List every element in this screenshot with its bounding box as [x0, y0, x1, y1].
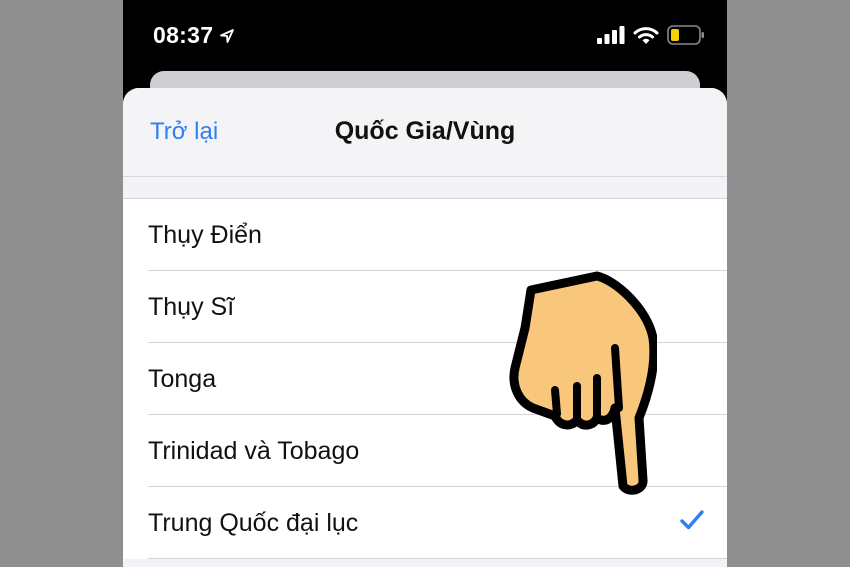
list-item-label: Trung Quốc đại lục [148, 508, 359, 537]
location-arrow-icon [220, 28, 235, 43]
list-item-label: Thụy Sĩ [148, 292, 235, 321]
list-item[interactable]: Thụy Điển [123, 199, 727, 271]
page-title: Quốc Gia/Vùng [334, 117, 516, 145]
list-item-label: Tonga [148, 364, 217, 393]
signal-bars-icon [597, 26, 625, 44]
checkmark-icon [680, 510, 704, 530]
list-item-label: Trinidad và Tobago [148, 436, 360, 465]
wifi-icon [633, 26, 659, 44]
status-icons [597, 25, 705, 45]
status-time: 08:37 [153, 22, 235, 49]
status-bar: 08:37 [123, 0, 727, 70]
battery-icon [667, 25, 704, 45]
pointing-hand-icon [509, 271, 657, 495]
list-item-label: Thụy Điển [148, 220, 262, 249]
time-label: 08:37 [153, 22, 214, 48]
navigation-bar: Trở lại Quốc Gia/Vùng [123, 88, 727, 177]
